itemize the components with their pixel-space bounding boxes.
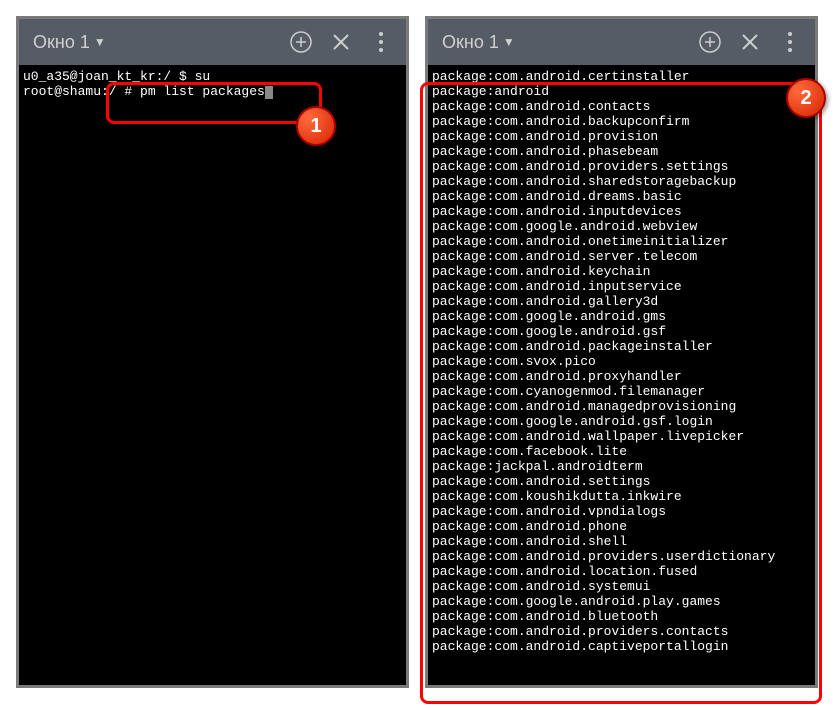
package-line: package:android [432,84,811,99]
package-line: package:com.android.server.telecom [432,249,811,264]
package-line: package:com.android.inputservice [432,279,811,294]
terminal-window-1: Окно 1 ▼ [16,16,409,688]
package-line: package:com.android.providers.contacts [432,624,811,639]
package-line: package:com.google.android.play.games [432,594,811,609]
chevron-down-icon: ▼ [503,35,515,49]
window-tab-selector[interactable]: Окно 1 ▼ [442,32,515,53]
annotation-badge-2: 2 [786,78,826,118]
package-line: package:com.android.managedprovisioning [432,399,811,414]
add-tab-button[interactable] [699,31,721,53]
package-line: package:com.google.android.gsf [432,324,811,339]
terminal-line: root@shamu:/ # pm list packages [23,84,402,99]
chevron-down-icon: ▼ [94,35,106,49]
annotation-badge-1: 1 [296,106,336,146]
package-line: package:com.android.contacts [432,99,811,114]
package-line: package:com.android.wallpaper.livepicker [432,429,811,444]
package-line: package:com.koushikdutta.inkwire [432,489,811,504]
package-line: package:com.android.providers.userdictio… [432,549,811,564]
window-title: Окно 1 [33,32,90,53]
package-line: package:com.android.vpndialogs [432,504,811,519]
package-line: package:com.android.shell [432,534,811,549]
package-line: package:com.google.android.gsf.login [432,414,811,429]
package-line: package:com.android.settings [432,474,811,489]
package-line: package:com.android.providers.settings [432,159,811,174]
plus-circle-icon [290,31,312,53]
menu-button[interactable] [370,31,392,53]
package-line: package:com.android.captiveportallogin [432,639,811,654]
titlebar-1: Окно 1 ▼ [19,19,406,65]
package-line: package:com.android.systemui [432,579,811,594]
package-line: package:jackpal.androidterm [432,459,811,474]
plus-circle-icon [699,31,721,53]
package-line: package:com.android.inputdevices [432,204,811,219]
package-line: package:com.android.onetimeinitializer [432,234,811,249]
package-line: package:com.android.gallery3d [432,294,811,309]
package-line: package:com.android.keychain [432,264,811,279]
package-line: package:com.android.sharedstoragebackup [432,174,811,189]
cursor-icon [265,86,273,99]
terminal-window-2: Окно 1 ▼ [425,16,818,688]
package-line: package:com.android.packageinstaller [432,339,811,354]
window-title: Окно 1 [442,32,499,53]
close-icon [740,32,760,52]
kebab-menu-icon [378,31,384,53]
titlebar-2: Окно 1 ▼ [428,19,815,65]
kebab-menu-icon [787,31,793,53]
window-tab-selector[interactable]: Окно 1 ▼ [33,32,106,53]
package-line: package:com.facebook.lite [432,444,811,459]
package-line: package:com.google.android.gms [432,309,811,324]
package-line: package:com.google.android.webview [432,219,811,234]
close-icon [331,32,351,52]
package-line: package:com.android.dreams.basic [432,189,811,204]
terminal-output-2[interactable]: package:com.android.certinstallerpackage… [428,65,815,685]
close-tab-button[interactable] [330,31,352,53]
menu-button[interactable] [779,31,801,53]
terminal-output-1[interactable]: u0_a35@joan_kt_kr:/ $ su root@shamu:/ # … [19,65,406,685]
package-line: package:com.android.proxyhandler [432,369,811,384]
package-line: package:com.android.phasebeam [432,144,811,159]
close-tab-button[interactable] [739,31,761,53]
add-tab-button[interactable] [290,31,312,53]
terminal-line: u0_a35@joan_kt_kr:/ $ su [23,69,402,84]
package-line: package:com.android.location.fused [432,564,811,579]
package-line: package:com.android.certinstaller [432,69,811,84]
package-line: package:com.android.bluetooth [432,609,811,624]
package-line: package:com.cyanogenmod.filemanager [432,384,811,399]
package-line: package:com.svox.pico [432,354,811,369]
package-line: package:com.android.provision [432,129,811,144]
package-line: package:com.android.phone [432,519,811,534]
package-line: package:com.android.backupconfirm [432,114,811,129]
